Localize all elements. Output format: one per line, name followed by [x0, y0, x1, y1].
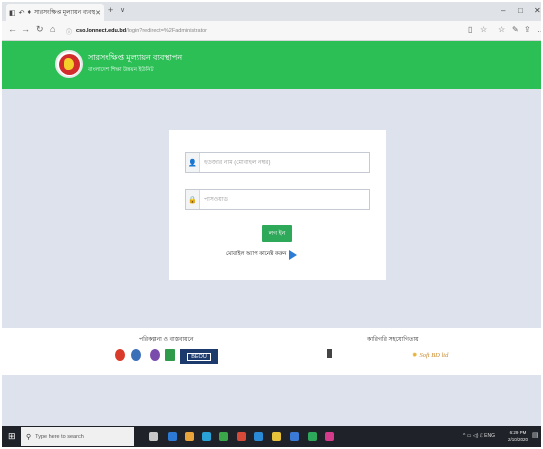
partner-logo-purple-icon [150, 349, 160, 361]
forward-icon[interactable]: → [21, 24, 30, 34]
tab-title: সারসংক্ষিপ্ত মূল্যায়ন ব্যবস্থা [34, 10, 96, 16]
address-bar: ← → ↻ ⌂ ⓘ cso.lonnect.edu.bd /login?redi… [2, 21, 541, 41]
new-tab-icon[interactable]: + [108, 5, 113, 15]
password-field[interactable]: 🔒 [185, 189, 370, 210]
notifications-icon[interactable]: ▤ [532, 431, 539, 439]
edge-browser-icon[interactable] [168, 432, 177, 441]
username-input[interactable] [200, 159, 365, 166]
login-button[interactable]: লগ ইন [262, 225, 292, 242]
favorite-star-icon[interactable]: ☆ [480, 25, 487, 34]
tab-back-icon[interactable]: ↶ [19, 9, 25, 17]
more-icon[interactable]: … [537, 25, 541, 34]
site-info-icon[interactable]: ⓘ [66, 27, 72, 36]
browser-tab[interactable]: ◧ ↶ ♦ সারসংক্ষিপ্ত মূল্যায়ন ব্যবস্থা ✕ [6, 4, 104, 21]
refresh-icon[interactable]: ↻ [36, 24, 44, 35]
mobile-app-connect-link[interactable]: মোবাইল অ্যাপ কানেক্ট করুন [226, 250, 298, 260]
login-card: 👤 🔒 লগ ইন মোবাইল অ্যাপ কানেক্ট করুন [169, 130, 386, 280]
app-pink-icon[interactable] [325, 432, 334, 441]
tab-actions-icon[interactable]: ◧ [9, 9, 16, 17]
partner-logo-seal-icon [115, 349, 125, 361]
windows-start-icon[interactable]: ⊞ [8, 431, 16, 442]
taskbar: ⊞ ⚲ Type here to search ^ ▭ ◁) ℰ ENG 6:2… [2, 426, 541, 447]
softbd-logo: ✹ Soft BD ltd [412, 352, 449, 359]
site-subtitle: বাংলাদেশ শিক্ষা উন্নয়ন ইউনিট [88, 67, 154, 73]
site-title: সারসংক্ষিপ্ত মূল্যায়ন ব্যবস্থাপন [88, 53, 183, 62]
chrome-icon[interactable] [237, 432, 246, 441]
government-seal-logo [55, 50, 83, 78]
excel-icon[interactable] [308, 432, 317, 441]
url-field[interactable]: ⓘ cso.lonnect.edu.bd /login?redirect=%2F… [66, 25, 466, 37]
tab-list-icon[interactable]: ∨ [120, 6, 125, 14]
connect-link-label: মোবাইল অ্যাপ কানেক্ট করুন [226, 251, 287, 257]
taskbar-clock[interactable]: 6:29 PM 2/10/2020 [508, 429, 528, 443]
maximize-icon[interactable]: □ [518, 6, 523, 15]
skype-icon[interactable] [202, 432, 211, 441]
user-icon: 👤 [186, 153, 200, 172]
reading-view-icon[interactable]: ▯ [468, 25, 472, 34]
username-field[interactable]: 👤 [185, 152, 370, 173]
word-icon[interactable] [290, 432, 299, 441]
beou-logo: BEOU [180, 349, 218, 364]
favicon-icon: ♦ [27, 9, 32, 16]
url-domain: cso.lonnect.edu.bd [76, 28, 127, 34]
password-input[interactable] [200, 196, 365, 203]
close-window-icon[interactable]: ✕ [534, 6, 541, 15]
file-explorer-icon[interactable] [272, 432, 281, 441]
site-header: সারসংক্ষিপ্ত মূল্যায়ন ব্যবস্থাপন বাংলাদ… [2, 41, 541, 89]
home-icon[interactable]: ⌂ [50, 24, 55, 34]
search-icon: ⚲ [26, 433, 32, 441]
back-icon[interactable]: ← [8, 24, 17, 34]
play-icon [289, 250, 298, 260]
screen: ◧ ↶ ♦ সারসংক্ষিপ্ত মূল্যায়ন ব্যবস্থা ✕ … [2, 2, 541, 447]
favorites-icon[interactable]: ☆ [498, 25, 505, 34]
url-path: /login?redirect=%2Fadministrator [126, 28, 207, 34]
partner-logo-green-icon [165, 349, 175, 361]
pen-icon[interactable]: ✎ [512, 25, 519, 34]
app-green-icon[interactable] [219, 432, 228, 441]
tech-support-heading: কারিগরি সহযোগিতায় [367, 337, 419, 343]
app-blue-icon[interactable] [254, 432, 263, 441]
pin-app-icon[interactable] [185, 432, 194, 441]
lock-icon: 🔒 [186, 190, 200, 209]
server-icon [327, 349, 332, 358]
partner-logo-blue-icon [131, 349, 141, 361]
footer: পরিকল্পনা ও বাস্তবায়নে কারিগরি সহযোগিতা… [2, 328, 541, 375]
browser-tab-strip: ◧ ↶ ♦ সারসংক্ষিপ্ত মূল্যায়ন ব্যবস্থা ✕ … [2, 2, 541, 21]
tab-close-icon[interactable]: ✕ [95, 9, 101, 17]
taskbar-search-placeholder: Type here to search [35, 433, 84, 440]
partners-heading: পরিকল্পনা ও বাস্তবায়নে [139, 337, 194, 343]
taskbar-search[interactable]: ⚲ Type here to search [21, 427, 134, 446]
minimize-icon[interactable]: – [501, 6, 505, 15]
task-view-icon[interactable] [149, 432, 158, 441]
system-tray-icons[interactable]: ^ ▭ ◁) ℰ ENG [463, 433, 495, 439]
share-icon[interactable]: ⇪ [524, 25, 531, 34]
